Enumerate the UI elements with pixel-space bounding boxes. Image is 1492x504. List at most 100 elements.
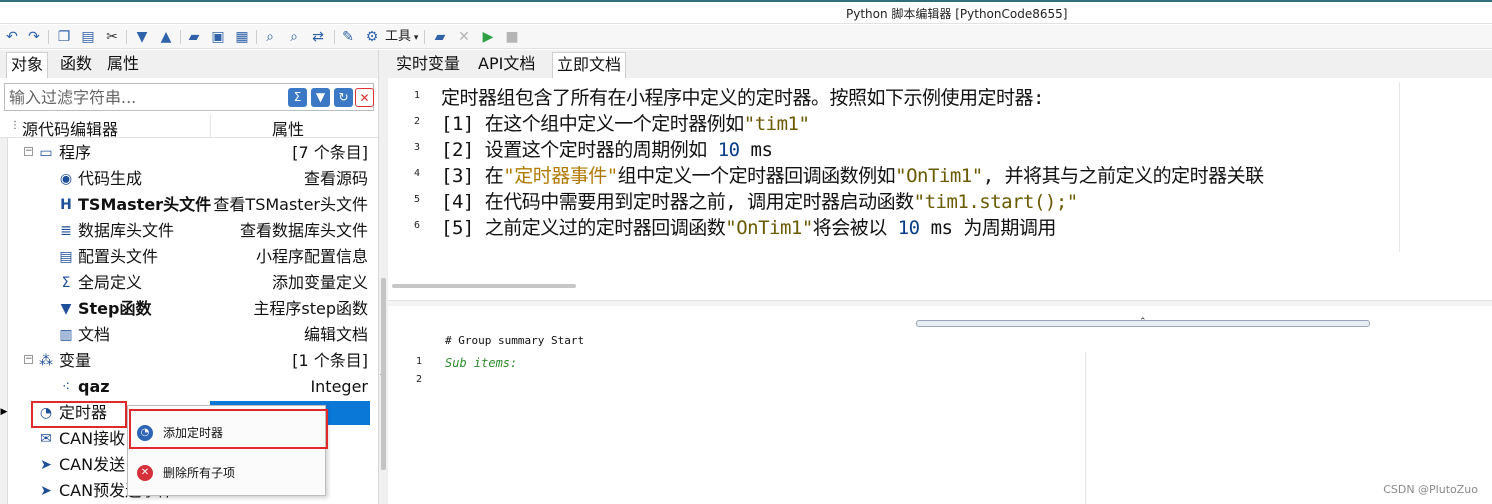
tab-properties[interactable]: 属性 [103,52,143,78]
codegen-icon: ◉ [59,171,73,187]
doc-string: "OnTim1" [725,217,813,239]
tree-item-global-defs[interactable]: Σ 全局定义 添加变量定义 [8,270,370,296]
title-bar: Python 脚本编辑器 [PythonCode8655] [0,2,1492,24]
tab-objects[interactable]: 对象 [6,52,49,78]
doc-line-4: [3] 在"定时器事件"组中定义一个定时器回调函数例如"OnTim1", 并将其… [441,161,1264,188]
tree-item-label: 数据库头文件 [78,221,175,240]
tab-instant-docs[interactable]: 立即文档 [552,52,627,78]
collapse-icon[interactable]: − [24,147,33,156]
edit-icon[interactable]: ✎ [340,29,356,45]
tree-item-config-header[interactable]: ▤ 配置头文件 小程序配置信息 [8,244,370,270]
copy-icon[interactable]: ❐ [56,29,72,45]
tree-header-property: 属性 [272,120,305,139]
doc-text: [1] 在这个组中定义一个定时器例如 [441,113,744,135]
chevron-down-icon: ▾ [411,33,419,43]
save-all-icon[interactable]: ▦ [234,29,250,45]
toolbar-separator [256,30,257,44]
menu-item-label: 删除所有子项 [163,466,236,480]
paste-icon[interactable]: ▤ [80,29,96,45]
tree-item-database-header[interactable]: ≣ 数据库头文件 查看数据库头文件 [8,218,370,244]
tree-item-label: CAN接收 [59,429,126,448]
clear-filter-icon[interactable]: ✕ [355,88,374,107]
book-icon: ▥ [59,327,73,343]
menu-item-delete-all[interactable]: ✕ 删除所有子项 [129,453,325,493]
line-number: 5 [414,194,421,205]
find-next-icon[interactable]: ⌕ [286,29,302,45]
filter-box: Σ ▼ ↻ ✕ [4,83,374,111]
line-number: 3 [414,142,421,153]
doc-text: [5] 之前定义过的定时器回调函数 [441,217,726,239]
doc-text: [4] 在代码中需要用到定时器之前, 调用定时器启动函数 [441,191,914,213]
tab-api-docs[interactable]: API文档 [474,52,539,78]
window-title: Python 脚本编辑器 [PythonCode8655] [846,7,1068,21]
tab-live-variables[interactable]: 实时变量 [392,52,464,78]
chevron-up-icon: ⌃ [1139,317,1147,327]
tree-item-docs[interactable]: ▥ 文档 编辑文档 [8,322,370,348]
variable-icon: ⁖ [61,379,71,395]
line-number: 2 [414,116,421,127]
tab-functions[interactable]: 函数 [56,52,96,78]
editor-code-line: Sub items: [445,356,518,370]
stop-icon[interactable]: ■ [504,29,520,45]
sum-icon[interactable]: Σ [288,88,307,107]
tree-item-value: [7 个条目] [292,143,368,162]
current-row-pointer-icon: ▶ [0,407,8,417]
tree-item-program[interactable]: − ▭ 程序 [7 个条目] [8,140,370,166]
tree-item-value: 查看数据库头文件 [239,221,368,240]
doc-line-3: [2] 设置这个定时器的周期例如 10 ms [441,135,773,162]
doc-number: 10 [717,139,740,161]
horizontal-splitter[interactable] [388,300,1492,306]
line-number: 1 [414,90,421,101]
doc-text: [3] 在 [441,165,504,187]
editor-right-margin [1085,352,1086,504]
doc-gutter [388,78,440,298]
tree-item-tsmaster-header[interactable]: H TSMaster头文件 查看TSMaster头文件 [8,192,370,218]
cut-icon[interactable]: ✂ [104,29,120,45]
watermark: CSDN @PlutoZuo [1383,483,1478,496]
doc-horizontal-scrollbar[interactable] [392,284,576,288]
documentation-view[interactable]: 1 2 3 4 5 6 定时器组包含了所有在小程序中定义的定时器。按照如下示例使… [388,78,1492,298]
doc-text: ms [739,139,773,161]
header-grip-icon: ⋮ [10,120,20,131]
clear-icon[interactable]: ✕ [456,29,472,45]
find-icon[interactable]: ⌕ [262,29,278,45]
refresh-icon[interactable]: ↻ [334,88,353,107]
move-up-icon[interactable]: ▲ [158,29,174,45]
toolbar-separator [180,30,181,44]
tree-item-step-function[interactable]: ▼ Step函数 主程序step函数 [8,296,370,322]
collapse-icon[interactable]: − [24,355,33,364]
mail-icon: ✉ [40,431,52,447]
toolbar-separator [126,30,127,44]
run-icon[interactable]: ▶ [480,29,496,45]
tree-item-value: 查看TSMaster头文件 [213,195,368,214]
move-down-icon[interactable]: ▼ [134,29,150,45]
editor-header-comment: # Group summary Start [445,334,585,347]
folder-icon[interactable]: ▰ [432,29,448,45]
tree-item-qaz[interactable]: ⁖ qaz Integer [8,374,370,400]
scrollbar-thumb[interactable] [381,278,386,470]
redo-icon[interactable]: ↷ [26,29,42,45]
open-icon[interactable]: ▰ [186,29,202,45]
gear-icon[interactable]: ⚙ [364,29,380,45]
undo-icon[interactable]: ↶ [4,29,20,45]
delete-icon: ✕ [137,465,153,481]
tree-item-variables[interactable]: − ⁂ 变量 [1 个条目] [8,348,370,374]
replace-icon[interactable]: ⇄ [310,29,326,45]
code-editor[interactable]: # Group summary Start 1 2 Sub items: [388,330,1492,504]
step-down-icon: ▼ [60,301,72,317]
panel-splitter-scrollbar[interactable]: ◂ [378,50,388,504]
save-icon[interactable]: ▣ [210,29,226,45]
doc-line-2: [1] 在这个组中定义一个定时器例如"tim1" [441,109,810,136]
tree-item-label: qaz [78,377,110,396]
line-number: 1 [416,356,423,367]
tools-menu-button[interactable]: 工具 ▾ [385,29,418,46]
splitter-grip[interactable]: ⌃ [916,317,1370,327]
doc-string: "tim1.start();" [913,191,1079,213]
filter-input[interactable] [9,86,279,108]
tree-item-value: Integer [310,377,368,396]
tree-item-value: 主程序step函数 [253,299,368,318]
doc-number: 10 [897,217,920,239]
filter-down-icon[interactable]: ▼ [311,88,330,107]
tree-header-name: 源代码编辑器 [22,120,119,139]
tree-item-codegen[interactable]: ◉ 代码生成 查看源码 [8,166,370,192]
